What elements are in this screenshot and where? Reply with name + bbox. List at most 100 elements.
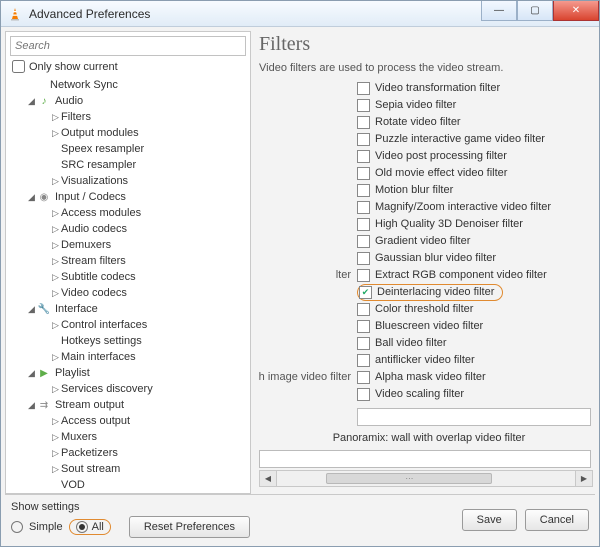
tree-item-audio-output[interactable]: ▷Output modules <box>8 125 248 141</box>
expand-icon[interactable]: ▷ <box>50 432 61 443</box>
window-buttons: — ▢ ✕ <box>481 1 599 21</box>
tree-item-playlist[interactable]: ◢▶Playlist <box>8 365 248 381</box>
expand-icon[interactable]: ▷ <box>50 208 61 219</box>
show-settings-label: Show settings <box>11 501 250 513</box>
tree-item-vod[interactable]: VOD <box>8 477 248 493</box>
tree-item-access-modules[interactable]: ▷Access modules <box>8 205 248 221</box>
tree-item-access-output[interactable]: ▷Access output <box>8 413 248 429</box>
filter-label: Gradient video filter <box>375 235 470 247</box>
tree-item-subtitle-codecs[interactable]: ▷Subtitle codecs <box>8 269 248 285</box>
expand-icon[interactable]: ▷ <box>50 384 61 395</box>
tree-item-services-discovery[interactable]: ▷Services discovery <box>8 381 248 397</box>
expand-icon[interactable]: ▷ <box>50 240 61 251</box>
expand-icon[interactable]: ▷ <box>50 416 61 427</box>
section-description: Video filters are used to process the vi… <box>257 62 595 80</box>
preferences-window: Advanced Preferences — ▢ ✕ Only show cur… <box>0 0 600 547</box>
filter-checkbox[interactable] <box>357 99 370 112</box>
filter-checkbox[interactable] <box>357 150 370 163</box>
tree-item-interface[interactable]: ◢🔧Interface <box>8 301 248 317</box>
tree-item-muxers[interactable]: ▷Muxers <box>8 429 248 445</box>
filter-checkbox[interactable] <box>357 303 370 316</box>
collapse-icon[interactable]: ◢ <box>26 96 37 107</box>
search-input[interactable] <box>10 36 246 56</box>
tree-item-speex[interactable]: Speex resampler <box>8 141 248 157</box>
tree-item-audio[interactable]: ◢♪Audio <box>8 93 248 109</box>
filter-checkbox[interactable] <box>357 133 370 146</box>
horizontal-scrollbar[interactable]: ◀ ⋯ ▶ <box>259 470 593 487</box>
tree-item-audio-filters[interactable]: ▷Filters <box>8 109 248 125</box>
collapse-icon[interactable]: ◢ <box>26 368 37 379</box>
tree-item-input[interactable]: ◢◉Input / Codecs <box>8 189 248 205</box>
filter-checkbox[interactable] <box>357 82 370 95</box>
filter-label: Video scaling filter <box>375 388 464 400</box>
save-button[interactable]: Save <box>462 509 517 531</box>
filter-checkbox[interactable] <box>357 337 370 350</box>
minimize-button[interactable]: — <box>481 1 517 21</box>
expand-icon[interactable]: ▷ <box>50 128 61 139</box>
tree-item-network-sync[interactable]: Network Sync <box>8 77 248 93</box>
maximize-button[interactable]: ▢ <box>517 1 553 21</box>
collapse-icon[interactable]: ◢ <box>26 304 37 315</box>
tree-item-packetizers[interactable]: ▷Packetizers <box>8 445 248 461</box>
scroll-right-icon[interactable]: ▶ <box>575 471 592 486</box>
expand-icon[interactable]: ▷ <box>50 256 61 267</box>
collapse-icon[interactable]: ◢ <box>26 192 37 203</box>
tree-item-video-codecs[interactable]: ▷Video codecs <box>8 285 248 301</box>
disc-icon: ◉ <box>37 190 51 204</box>
filter-checkbox[interactable] <box>357 388 370 401</box>
filter-label: Color threshold filter <box>375 303 473 315</box>
scroll-left-icon[interactable]: ◀ <box>260 471 277 486</box>
filter-checkbox[interactable] <box>357 201 370 214</box>
reset-preferences-button[interactable]: Reset Preferences <box>129 516 250 538</box>
expand-icon[interactable]: ▷ <box>50 224 61 235</box>
expand-icon[interactable]: ▷ <box>50 272 61 283</box>
tree-item-sout-stream[interactable]: ▷Sout stream <box>8 461 248 477</box>
highlight-annotation: All <box>69 519 111 535</box>
tree-item-demuxers[interactable]: ▷Demuxers <box>8 237 248 253</box>
filter-label: Gaussian blur video filter <box>375 252 496 264</box>
tree-item-hotkeys[interactable]: Hotkeys settings <box>8 333 248 349</box>
only-show-current-checkbox[interactable] <box>12 60 25 73</box>
expand-icon[interactable]: ▷ <box>50 448 61 459</box>
filter-checkbox-deinterlace[interactable]: ✔ <box>359 286 372 299</box>
expand-icon[interactable]: ▷ <box>50 464 61 475</box>
filter-label: Bluescreen video filter <box>375 320 483 332</box>
expand-icon[interactable]: ▷ <box>50 176 61 187</box>
filter-chain-input-1[interactable] <box>357 408 591 426</box>
filter-chain-input-2[interactable] <box>259 450 591 468</box>
settings-tree[interactable]: Network Sync ◢♪Audio ▷Filters ▷Output mo… <box>6 77 250 493</box>
close-button[interactable]: ✕ <box>553 1 599 21</box>
expand-icon[interactable]: ▷ <box>50 320 61 331</box>
tree-item-src[interactable]: SRC resampler <box>8 157 248 173</box>
radio-all[interactable] <box>76 521 88 533</box>
window-title: Advanced Preferences <box>29 7 150 21</box>
radio-all-label: All <box>92 520 104 534</box>
tree-item-main-interfaces[interactable]: ▷Main interfaces <box>8 349 248 365</box>
collapse-icon[interactable]: ◢ <box>26 400 37 411</box>
filter-checkbox[interactable] <box>357 167 370 180</box>
tree-item-stream-output[interactable]: ◢⇉Stream output <box>8 397 248 413</box>
filter-checkbox[interactable] <box>357 371 370 384</box>
filter-checkbox[interactable] <box>357 252 370 265</box>
expand-icon[interactable]: ▷ <box>50 352 61 363</box>
stream-icon: ⇉ <box>37 398 51 412</box>
scroll-thumb[interactable]: ⋯ <box>326 473 492 484</box>
tree-item-control-interfaces[interactable]: ▷Control interfaces <box>8 317 248 333</box>
tree-item-audio-codecs[interactable]: ▷Audio codecs <box>8 221 248 237</box>
expand-icon[interactable]: ▷ <box>50 288 61 299</box>
filter-checkbox[interactable] <box>357 184 370 197</box>
tree-item-stream-filters[interactable]: ▷Stream filters <box>8 253 248 269</box>
only-show-current-row: Only show current <box>12 60 244 73</box>
playlist-icon: ▶ <box>37 366 51 380</box>
filter-checkbox[interactable] <box>357 320 370 333</box>
filter-checkbox[interactable] <box>357 218 370 231</box>
filter-checkbox[interactable] <box>357 116 370 129</box>
expand-icon[interactable]: ▷ <box>50 112 61 123</box>
cancel-button[interactable]: Cancel <box>525 509 589 531</box>
filter-checkbox[interactable] <box>357 269 370 282</box>
radio-simple[interactable] <box>11 521 23 533</box>
filter-label: Magnify/Zoom interactive video filter <box>375 201 551 213</box>
filter-checkbox[interactable] <box>357 354 370 367</box>
tree-item-visualizations[interactable]: ▷Visualizations <box>8 173 248 189</box>
filter-checkbox[interactable] <box>357 235 370 248</box>
